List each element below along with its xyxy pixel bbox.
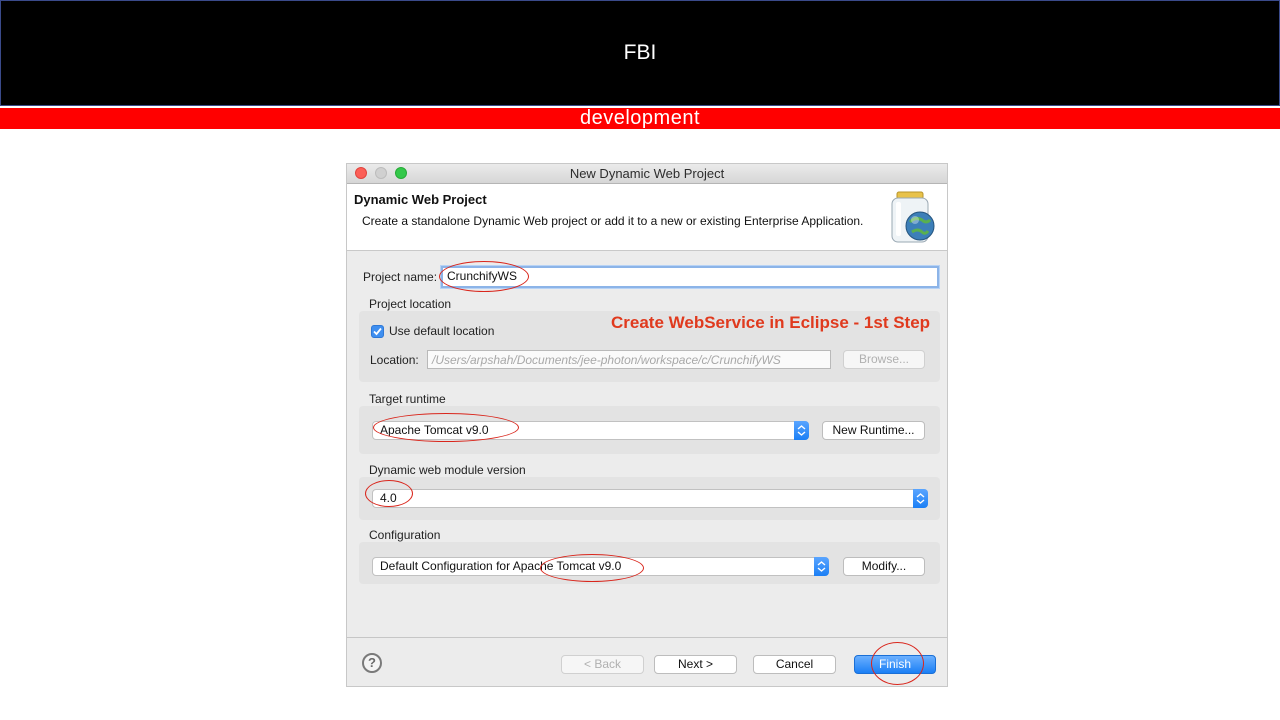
use-default-location-checkbox[interactable] (371, 325, 384, 338)
new-project-dialog: New Dynamic Web Project Dynamic Web Proj… (347, 164, 947, 686)
finish-button[interactable]: Finish (854, 655, 936, 674)
configuration-value: Default Configuration for Apache Tomcat … (380, 559, 622, 573)
footer-separator (347, 637, 947, 638)
target-runtime-select[interactable]: Apache Tomcat v9.0 (372, 421, 809, 440)
top-banner: FBI (0, 0, 1280, 106)
target-runtime-label: Target runtime (369, 392, 446, 406)
configuration-label: Configuration (369, 528, 441, 542)
help-icon[interactable]: ? (362, 653, 382, 673)
module-version-select[interactable]: 4.0 (372, 489, 928, 508)
jar-globe-icon (891, 191, 935, 243)
wizard-description: Create a standalone Dynamic Web project … (362, 214, 864, 228)
banner-subtitle: development (579, 107, 701, 129)
window-title: New Dynamic Web Project (569, 166, 725, 181)
banner-title: FBI (623, 41, 657, 64)
wizard-title: Dynamic Web Project (354, 192, 487, 207)
use-default-location-label: Use default location (389, 324, 495, 338)
select-stepper-icon (794, 421, 809, 440)
select-stepper-icon (913, 489, 928, 508)
subtitle-banner: development (0, 107, 1280, 129)
location-input[interactable]: /Users/arpshah/Documents/jee-photon/work… (427, 350, 831, 369)
step-annotation: Create WebService in Eclipse - 1st Step (611, 313, 931, 332)
target-runtime-value: Apache Tomcat v9.0 (380, 423, 489, 437)
project-name-input[interactable]: CrunchifyWS (441, 266, 939, 288)
wizard-header: Dynamic Web Project Create a standalone … (347, 184, 947, 251)
select-stepper-icon (814, 557, 829, 576)
window-titlebar: New Dynamic Web Project (347, 164, 947, 184)
new-runtime-button[interactable]: New Runtime... (822, 421, 925, 440)
configuration-select[interactable]: Default Configuration for Apache Tomcat … (372, 557, 829, 576)
module-version-label: Dynamic web module version (369, 463, 526, 477)
module-version-value: 4.0 (380, 491, 397, 505)
modify-button[interactable]: Modify... (843, 557, 925, 576)
slide: FBI development New Dynamic Web Project … (0, 0, 1280, 720)
checkmark-icon (373, 327, 382, 336)
next-button[interactable]: Next > (654, 655, 737, 674)
cancel-button[interactable]: Cancel (753, 655, 836, 674)
back-button[interactable]: < Back (561, 655, 644, 674)
browse-button[interactable]: Browse... (843, 350, 925, 369)
project-name-label: Project name: (363, 270, 438, 284)
location-label: Location: (370, 353, 419, 367)
project-location-label: Project location (369, 297, 452, 311)
